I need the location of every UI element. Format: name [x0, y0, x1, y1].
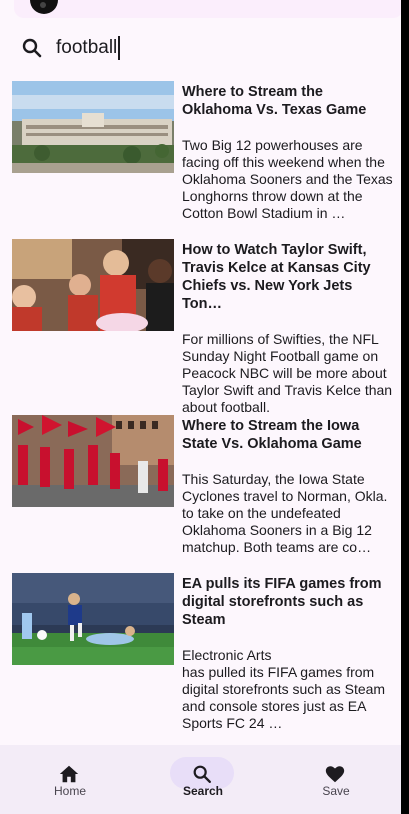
device-edge	[401, 0, 409, 814]
camera-cutout	[30, 0, 58, 14]
article-info: Where to Stream the Oklahoma Vs. Texas G…	[182, 81, 396, 239]
article-title: Where to Stream the Oklahoma Vs. Texas G…	[182, 84, 367, 118]
search-icon	[193, 765, 211, 783]
search-bar[interactable]: football	[8, 26, 390, 70]
nav-search-label: Search	[182, 784, 224, 798]
article-title: How to Watch Taylor Swift, Travis Kelce …	[182, 242, 371, 312]
nav-save[interactable]: Save	[286, 745, 386, 814]
article-thumbnail	[12, 239, 174, 331]
list-item[interactable]: Where to Stream the Iowa State Vs. Oklah…	[12, 415, 397, 573]
list-item[interactable]: How to Watch Taylor Swift, Travis Kelce …	[12, 239, 397, 415]
article-title: EA pulls its FIFA games from digital sto…	[182, 576, 382, 628]
search-icon	[22, 38, 42, 58]
article-info: Where to Stream the Iowa State Vs. Oklah…	[182, 415, 396, 573]
nav-home[interactable]: Home	[20, 745, 120, 814]
app-screen: football Where to Stream the Oklahoma Vs…	[0, 0, 401, 814]
article-thumbnail	[12, 573, 174, 665]
article-description: Electronic Arts has pulled its FIFA game…	[182, 647, 386, 731]
bottom-navigation: Home Search Save	[0, 745, 401, 814]
home-icon	[59, 765, 79, 783]
article-title: Where to Stream the Iowa State Vs. Oklah…	[182, 418, 362, 452]
status-area	[14, 0, 401, 18]
article-info: EA pulls its FIFA games from digital sto…	[182, 573, 396, 743]
article-thumbnail	[12, 81, 174, 173]
nav-save-label: Save	[322, 784, 350, 798]
article-info: How to Watch Taylor Swift, Travis Kelce …	[182, 239, 396, 415]
article-description: Two Big 12 powerhouses are facing off th…	[182, 137, 393, 221]
search-input[interactable]: football	[56, 36, 121, 60]
list-item[interactable]: EA pulls its FIFA games from digital sto…	[12, 573, 397, 743]
nav-home-label: Home	[53, 784, 86, 798]
article-description: For millions of Swifties, the NFL Sunday…	[182, 331, 393, 415]
heart-icon	[325, 766, 345, 783]
results-list: Where to Stream the Oklahoma Vs. Texas G…	[12, 81, 397, 743]
nav-search[interactable]: Search	[153, 745, 253, 814]
article-description: This Saturday, the Iowa State Cyclones t…	[182, 471, 388, 555]
list-item[interactable]: Where to Stream the Oklahoma Vs. Texas G…	[12, 81, 397, 239]
article-thumbnail	[12, 415, 174, 507]
